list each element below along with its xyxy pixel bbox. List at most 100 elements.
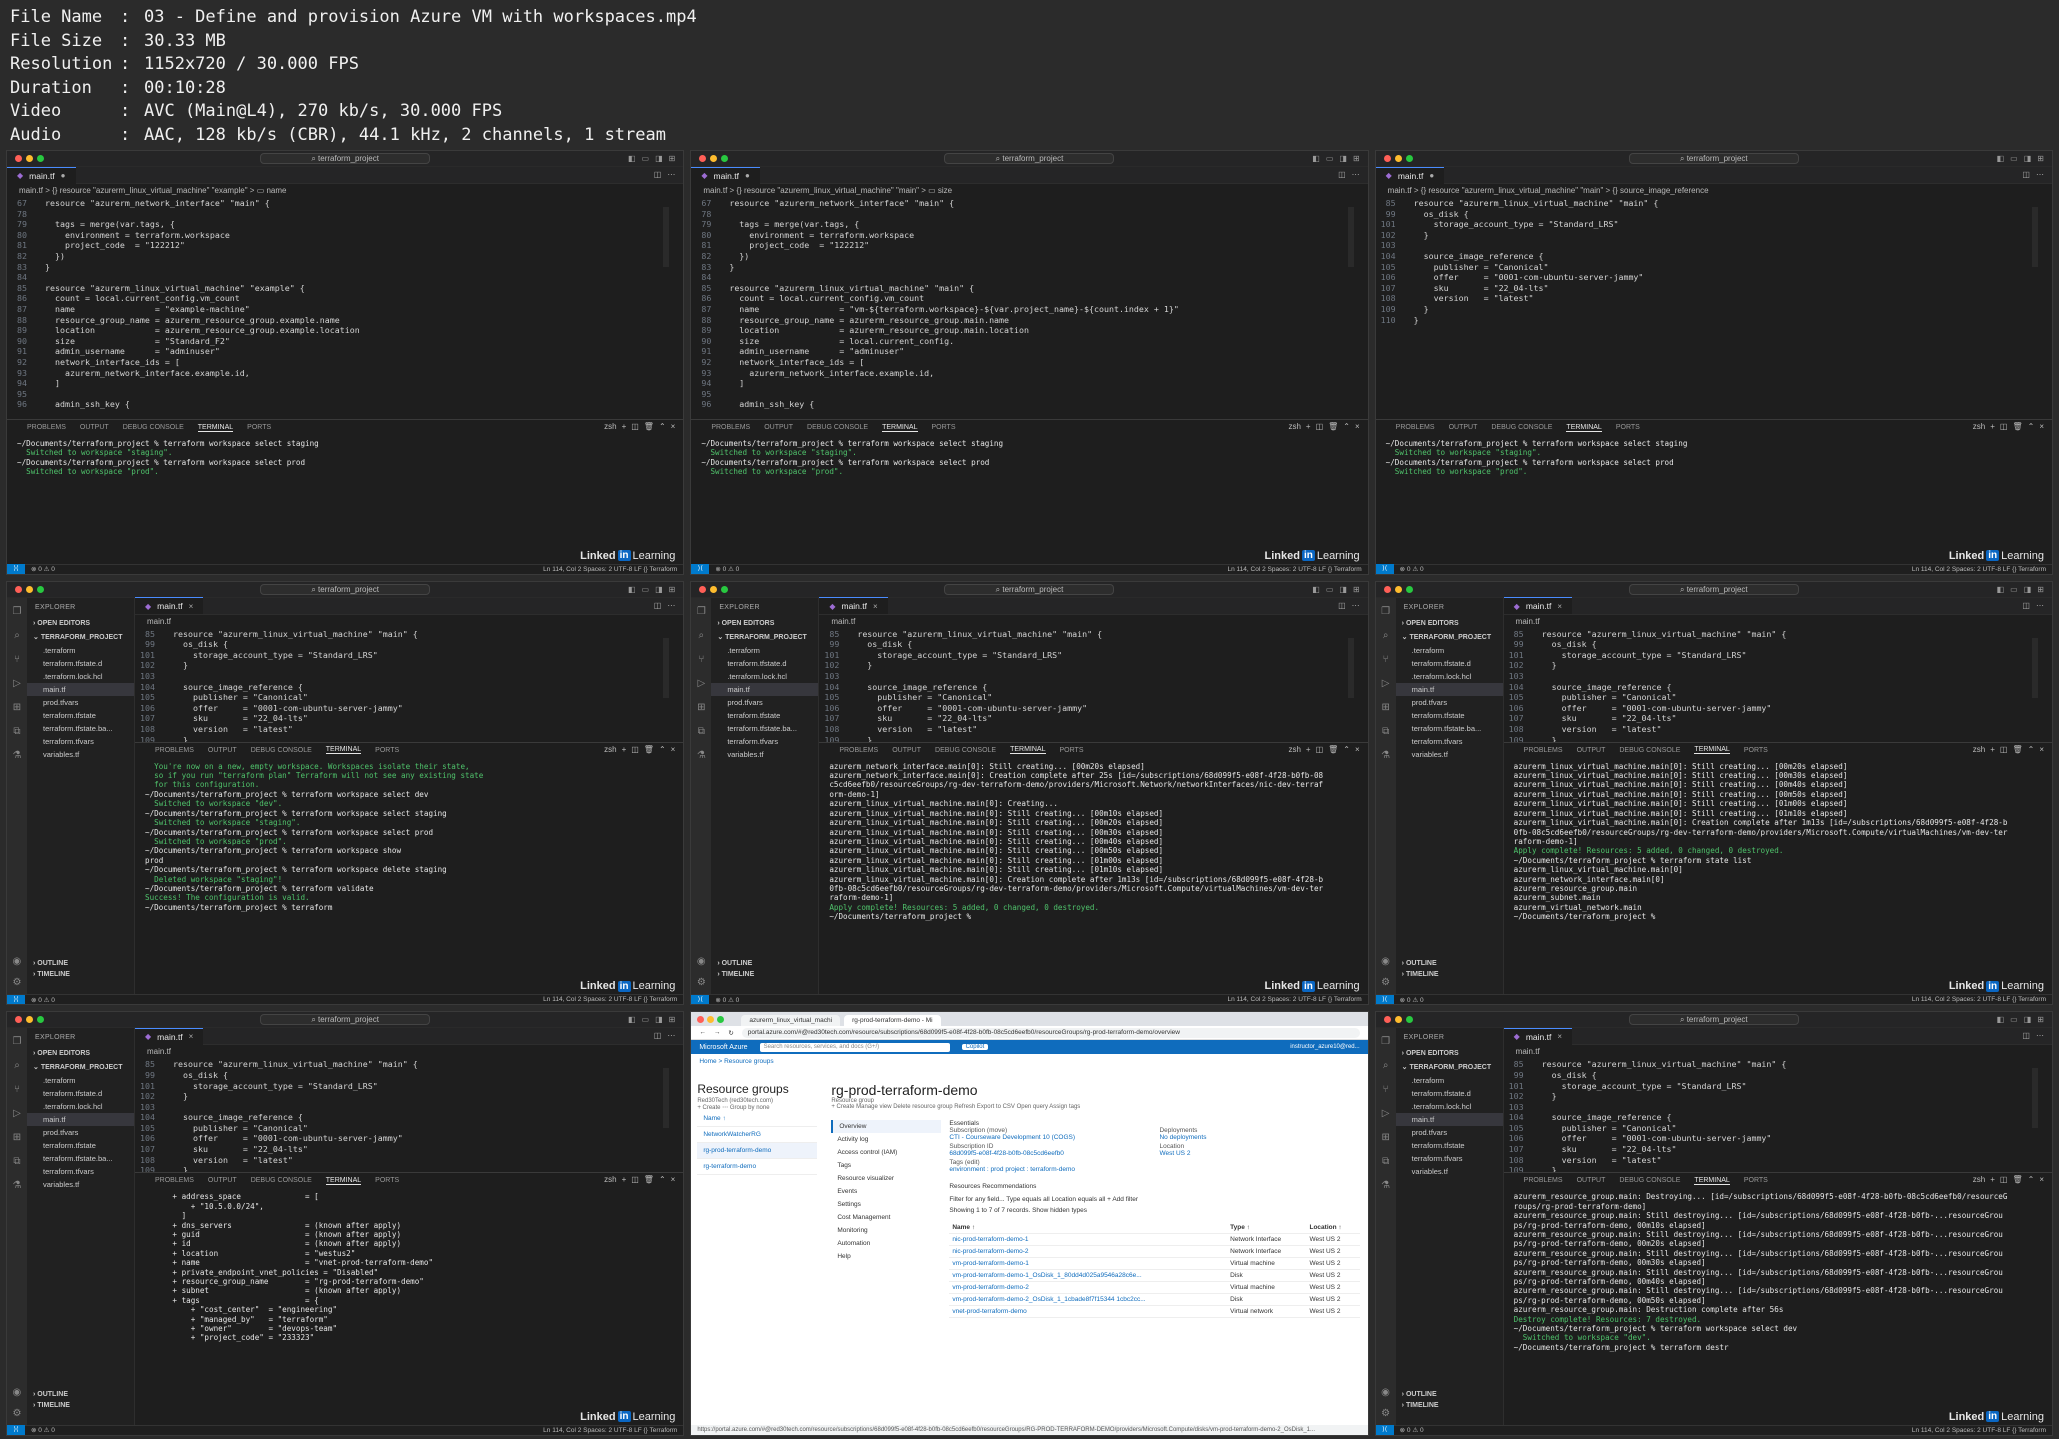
- account-label[interactable]: instructor_azure10@red...: [1290, 1044, 1359, 1050]
- layout-icon[interactable]: ◨: [655, 585, 663, 594]
- files-icon[interactable]: ❐: [13, 606, 22, 617]
- terminal-output[interactable]: + address_space = [ + "10.5.0.0/24", ] +…: [135, 1188, 683, 1347]
- gear-icon[interactable]: ⚙: [1381, 1408, 1390, 1419]
- window-control-r[interactable]: [15, 1016, 22, 1024]
- trash-icon[interactable]: 🗑: [2012, 422, 2022, 431]
- run-debug-icon[interactable]: ▷: [697, 678, 705, 689]
- testing-icon[interactable]: ⚗: [13, 1180, 22, 1191]
- files-icon[interactable]: ❐: [13, 1036, 22, 1047]
- outline-section[interactable]: › OUTLINE: [27, 1389, 134, 1400]
- file-tree-item[interactable]: .terraform: [27, 644, 134, 657]
- source-control-icon[interactable]: ⑂: [1383, 1084, 1389, 1095]
- panel-tab-terminal[interactable]: TERMINAL: [1694, 1177, 1730, 1185]
- add-terminal-icon[interactable]: +: [622, 422, 627, 431]
- close-icon[interactable]: ×: [1355, 745, 1360, 754]
- project-root-section[interactable]: ⌄ TERRAFORM_PROJECT: [711, 630, 818, 644]
- panel-tab-debug-console[interactable]: DEBUG CONSOLE: [807, 424, 868, 431]
- panel-tab-debug-console[interactable]: DEBUG CONSOLE: [1491, 424, 1552, 431]
- column-header[interactable]: Type ↑: [1227, 1222, 1307, 1235]
- chevron-up-icon[interactable]: ⌃: [2028, 1175, 2035, 1184]
- extensions-icon[interactable]: ⊞: [13, 1132, 21, 1143]
- file-tree-item[interactable]: terraform.tfvars: [1396, 735, 1503, 748]
- resource-name-link[interactable]: vm-prod-terraform-demo-1_OsDisk_1_80dd4d…: [949, 1269, 1228, 1283]
- layout-icon[interactable]: ◧: [1312, 585, 1320, 594]
- window-control-y[interactable]: [26, 155, 33, 162]
- file-tree-item[interactable]: prod.tfvars: [27, 696, 134, 709]
- breadcrumb[interactable]: main.tf: [135, 1045, 683, 1059]
- panel-tab-problems[interactable]: PROBLEMS: [711, 424, 750, 431]
- command-center[interactable]: ⌕ terraform_project: [944, 583, 1115, 595]
- split-terminal-icon[interactable]: ◫: [631, 1175, 639, 1184]
- file-tree-item[interactable]: terraform.tfstate.ba...: [1396, 722, 1503, 735]
- problems-count[interactable]: ⊗ 0 ⚠ 0: [25, 996, 55, 1004]
- table-row[interactable]: vm-prod-terraform-demo-1 Virtual machine W…: [949, 1257, 1360, 1271]
- minimap[interactable]: [663, 637, 670, 698]
- add-terminal-icon[interactable]: +: [622, 745, 627, 754]
- forward-icon[interactable]: →: [714, 1029, 721, 1036]
- more-icon[interactable]: ⋯: [2036, 601, 2044, 610]
- remote-indicator-icon[interactable]: ⟩⟨: [1375, 1425, 1394, 1435]
- status-right[interactable]: Ln 114, Col 2 Spaces: 2 UTF-8 LF {} Terr…: [1228, 996, 1368, 1003]
- extensions-icon[interactable]: ⊞: [1381, 1132, 1389, 1143]
- close-icon[interactable]: ×: [2039, 422, 2044, 431]
- terraform-icon[interactable]: ⧉: [13, 726, 20, 737]
- timeline-section[interactable]: › TIMELINE: [27, 969, 134, 980]
- gear-icon[interactable]: ⚙: [13, 977, 22, 988]
- tab-main-tf[interactable]: ◆ main.tf ×: [1503, 597, 1572, 615]
- file-tree-item[interactable]: .terraform.lock.hcl: [27, 1100, 134, 1113]
- chevron-up-icon[interactable]: ⌃: [659, 422, 666, 431]
- minimap[interactable]: [663, 207, 670, 267]
- nav-item[interactable]: Cost Management: [831, 1211, 941, 1224]
- window-control-r[interactable]: [697, 1016, 705, 1024]
- file-tree-item[interactable]: terraform.tfstate.ba...: [27, 1152, 134, 1165]
- panel-tab-ports[interactable]: PORTS: [932, 424, 956, 431]
- command-center[interactable]: ⌕ terraform_project: [260, 1014, 431, 1026]
- account-icon[interactable]: ◉: [1381, 956, 1390, 967]
- terminal-output[interactable]: ~/Documents/terraform_project % terrafor…: [1376, 435, 2052, 481]
- window-control-y[interactable]: [707, 1016, 715, 1024]
- resource-name-link[interactable]: vnet-prod-terraform-demo: [949, 1305, 1228, 1319]
- layout-icon[interactable]: ◨: [655, 154, 663, 163]
- breadcrumb[interactable]: main.tf: [1504, 1045, 2052, 1059]
- chevron-up-icon[interactable]: ⌃: [659, 745, 666, 754]
- open-editors-section[interactable]: › OPEN EDITORS: [1396, 617, 1503, 630]
- file-tree-item[interactable]: variables.tf: [27, 1178, 134, 1191]
- problems-count[interactable]: ⊗ 0 ⚠ 0: [1394, 1426, 1424, 1434]
- tab-main-tf[interactable]: ◆ main.tf ×: [1503, 1027, 1572, 1045]
- panel-tab-problems[interactable]: PROBLEMS: [839, 747, 878, 754]
- file-tree-item[interactable]: terraform.tfstate.d: [27, 657, 134, 670]
- window-control-g[interactable]: [37, 155, 44, 162]
- split-terminal-icon[interactable]: ◫: [631, 422, 639, 431]
- project-root-section[interactable]: ⌄ TERRAFORM_PROJECT: [1396, 630, 1503, 644]
- layout-icon[interactable]: ◧: [1997, 585, 2005, 594]
- testing-icon[interactable]: ⚗: [1381, 1180, 1390, 1191]
- more-icon[interactable]: ⋯: [667, 170, 675, 179]
- file-tree-item[interactable]: main.tf: [27, 1113, 134, 1127]
- terraform-icon[interactable]: ⧉: [1382, 726, 1389, 737]
- search-icon[interactable]: ⌕: [14, 630, 20, 641]
- window-control-y[interactable]: [710, 155, 718, 162]
- nav-item[interactable]: Automation: [831, 1237, 941, 1250]
- close-icon[interactable]: ×: [2039, 1175, 2044, 1184]
- tab-main-tf[interactable]: ◆ main.tf ●: [1375, 166, 1445, 184]
- split-terminal-icon[interactable]: ◫: [631, 745, 639, 754]
- timeline-section[interactable]: › TIMELINE: [1396, 1400, 1503, 1411]
- column-header[interactable]: Location ↑: [1306, 1222, 1360, 1235]
- chevron-up-icon[interactable]: ⌃: [2028, 422, 2035, 431]
- layout-icon[interactable]: ▭: [1326, 585, 1334, 594]
- trash-icon[interactable]: 🗑: [644, 745, 654, 754]
- outline-section[interactable]: › OUTLINE: [711, 958, 818, 969]
- minimap[interactable]: [1347, 207, 1354, 267]
- close-icon[interactable]: ×: [1557, 1032, 1562, 1041]
- status-right[interactable]: Ln 114, Col 2 Spaces: 2 UTF-8 LF {} Terr…: [1912, 1427, 2052, 1434]
- table-row[interactable]: vm-prod-terraform-demo-1_OsDisk_1_80dd4d…: [949, 1269, 1360, 1283]
- split-terminal-icon[interactable]: ◫: [2000, 745, 2008, 754]
- search-icon[interactable]: ⌕: [699, 630, 705, 641]
- run-debug-icon[interactable]: ▷: [1382, 1108, 1390, 1119]
- remote-indicator-icon[interactable]: ⟩⟨: [691, 564, 710, 574]
- timeline-section[interactable]: › TIMELINE: [711, 969, 818, 980]
- command-center[interactable]: ⌕ terraform_project: [944, 153, 1115, 164]
- nav-item[interactable]: Resource visualizer: [831, 1172, 941, 1185]
- files-icon[interactable]: ❐: [1381, 606, 1390, 617]
- layout-icon[interactable]: ◧: [1312, 154, 1320, 163]
